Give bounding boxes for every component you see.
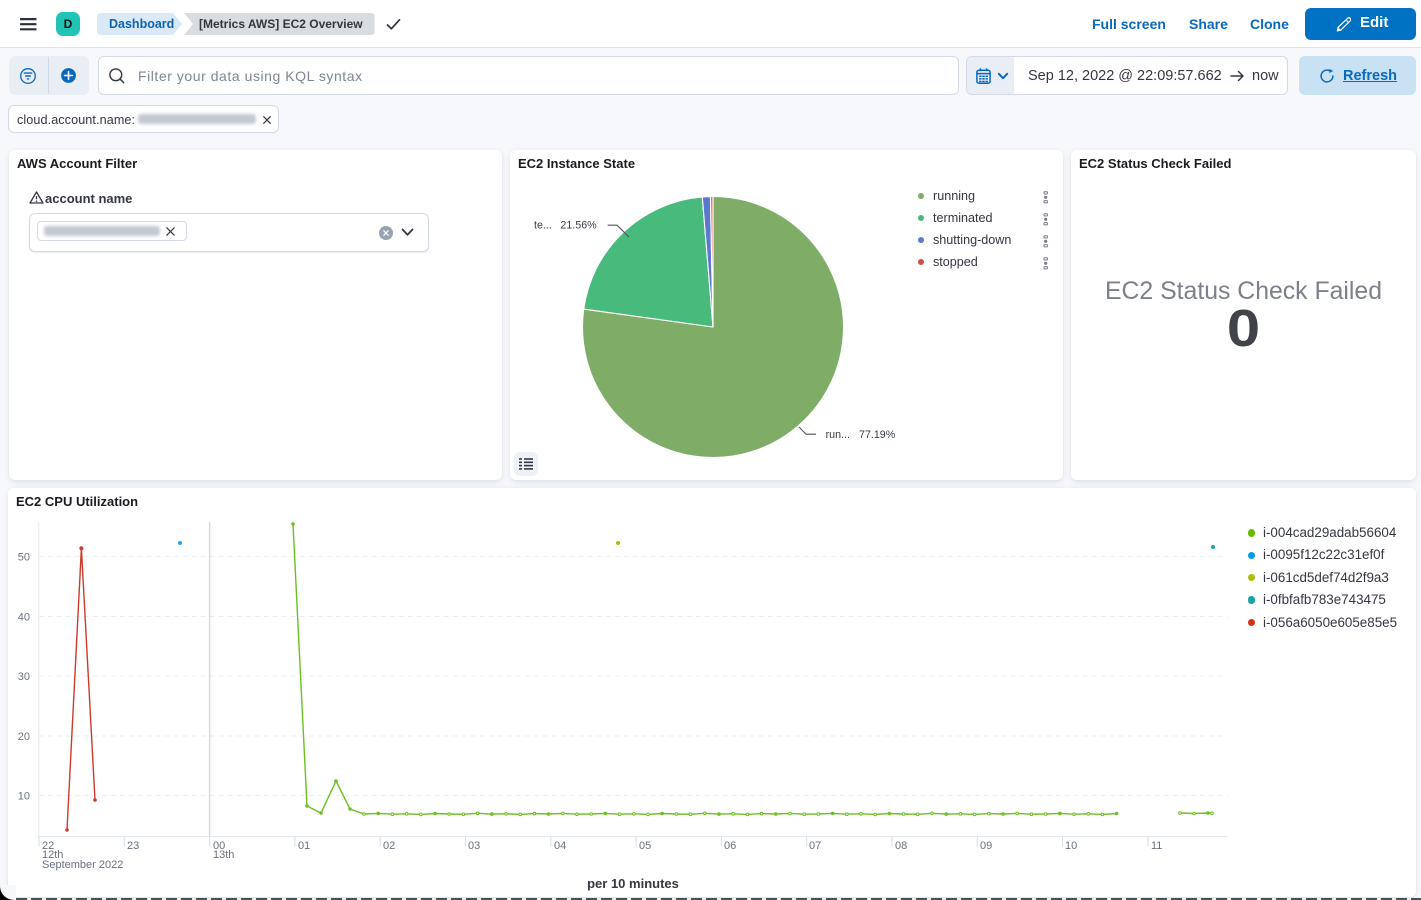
svg-text:23: 23 [127, 840, 139, 852]
svg-text:06: 06 [724, 840, 736, 852]
svg-text:te...: te... [534, 220, 552, 232]
svg-text:77.19%: 77.19% [859, 429, 896, 441]
svg-text:07: 07 [809, 840, 821, 852]
svg-text:13th: 13th [213, 849, 234, 861]
svg-text:04: 04 [554, 840, 566, 852]
svg-text:09: 09 [980, 840, 992, 852]
svg-text:20: 20 [18, 731, 30, 743]
svg-text:02: 02 [383, 840, 395, 852]
svg-text:40: 40 [18, 612, 30, 624]
svg-text:11: 11 [1151, 840, 1162, 852]
svg-text:05: 05 [639, 840, 651, 852]
svg-text:10: 10 [18, 791, 30, 803]
svg-text:run...: run... [826, 429, 850, 441]
svg-text:03: 03 [468, 840, 480, 852]
svg-text:10: 10 [1065, 840, 1077, 852]
svg-text:50: 50 [18, 551, 30, 563]
svg-text:08: 08 [895, 840, 907, 852]
svg-text:30: 30 [18, 671, 30, 683]
svg-text:01: 01 [298, 840, 310, 852]
svg-text:September 2022: September 2022 [42, 859, 123, 871]
svg-text:21.56%: 21.56% [560, 220, 597, 232]
